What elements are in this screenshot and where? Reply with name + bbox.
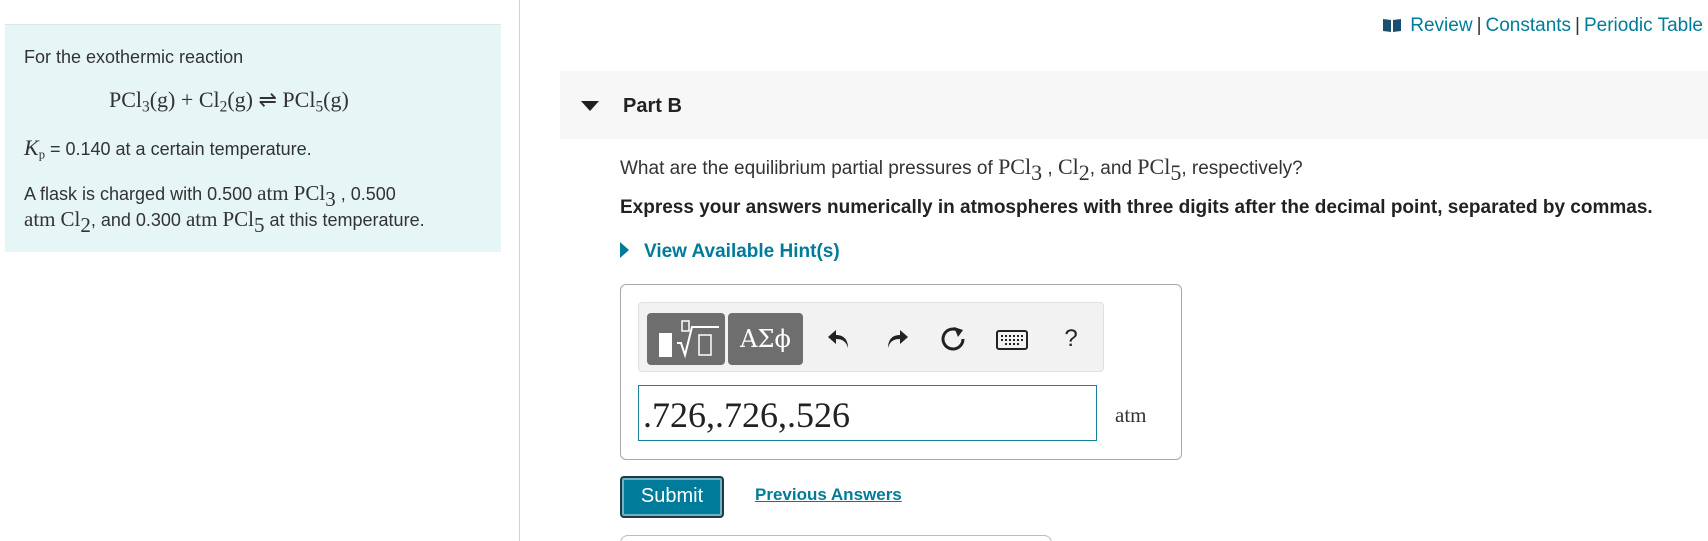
expand-caret-icon <box>620 242 629 258</box>
resource-links: Review | Constants | Periodic Table <box>1382 15 1703 39</box>
problem-intro: For the exothermic reaction <box>24 47 244 67</box>
book-icon <box>1382 17 1402 39</box>
collapse-caret-icon[interactable] <box>581 101 599 111</box>
answer-box: ΑΣϕ ? .726,.726,.526 atm <box>620 284 1182 460</box>
review-link[interactable]: Review <box>1410 15 1472 36</box>
problem-panel: For the exothermic reaction PCl3(g) + Cl… <box>5 24 501 252</box>
keyboard-icon[interactable] <box>995 321 1029 357</box>
flask-statement: A flask is charged with 0.500 atm PCl3 ,… <box>24 181 425 237</box>
hint-label: View Available Hint(s) <box>644 241 840 262</box>
feedback-box <box>620 535 1052 541</box>
column-divider <box>519 0 520 541</box>
answer-input[interactable]: .726,.726,.526 <box>638 385 1097 441</box>
greek-symbols-button[interactable]: ΑΣϕ <box>728 313 803 365</box>
part-header[interactable]: Part B <box>560 71 1708 139</box>
kp-statement: Kp = 0.140 at a certain temperature. <box>24 135 312 162</box>
periodic-table-link[interactable]: Periodic Table <box>1584 15 1703 36</box>
previous-answers-link[interactable]: Previous Answers <box>755 485 902 505</box>
help-icon[interactable]: ? <box>1055 321 1087 357</box>
reaction-equation: PCl3(g) + Cl2(g) ⇌ PCl5(g) <box>109 87 349 116</box>
submit-button[interactable]: Submit <box>620 476 724 518</box>
part-title: Part B <box>623 95 682 117</box>
answer-unit: atm <box>1115 403 1147 427</box>
templates-button[interactable] <box>647 313 725 365</box>
answer-instructions: Express your answers numerically in atmo… <box>620 197 1653 218</box>
question-text: What are the equilibrium partial pressur… <box>620 154 1303 186</box>
templates-icon <box>659 320 719 359</box>
redo-icon[interactable] <box>881 321 913 357</box>
math-toolbar: ΑΣϕ ? <box>638 302 1104 372</box>
view-hints-toggle[interactable]: View Available Hint(s) <box>620 241 840 263</box>
reset-icon[interactable] <box>937 321 969 357</box>
constants-link[interactable]: Constants <box>1486 15 1572 36</box>
undo-icon[interactable] <box>823 321 855 357</box>
